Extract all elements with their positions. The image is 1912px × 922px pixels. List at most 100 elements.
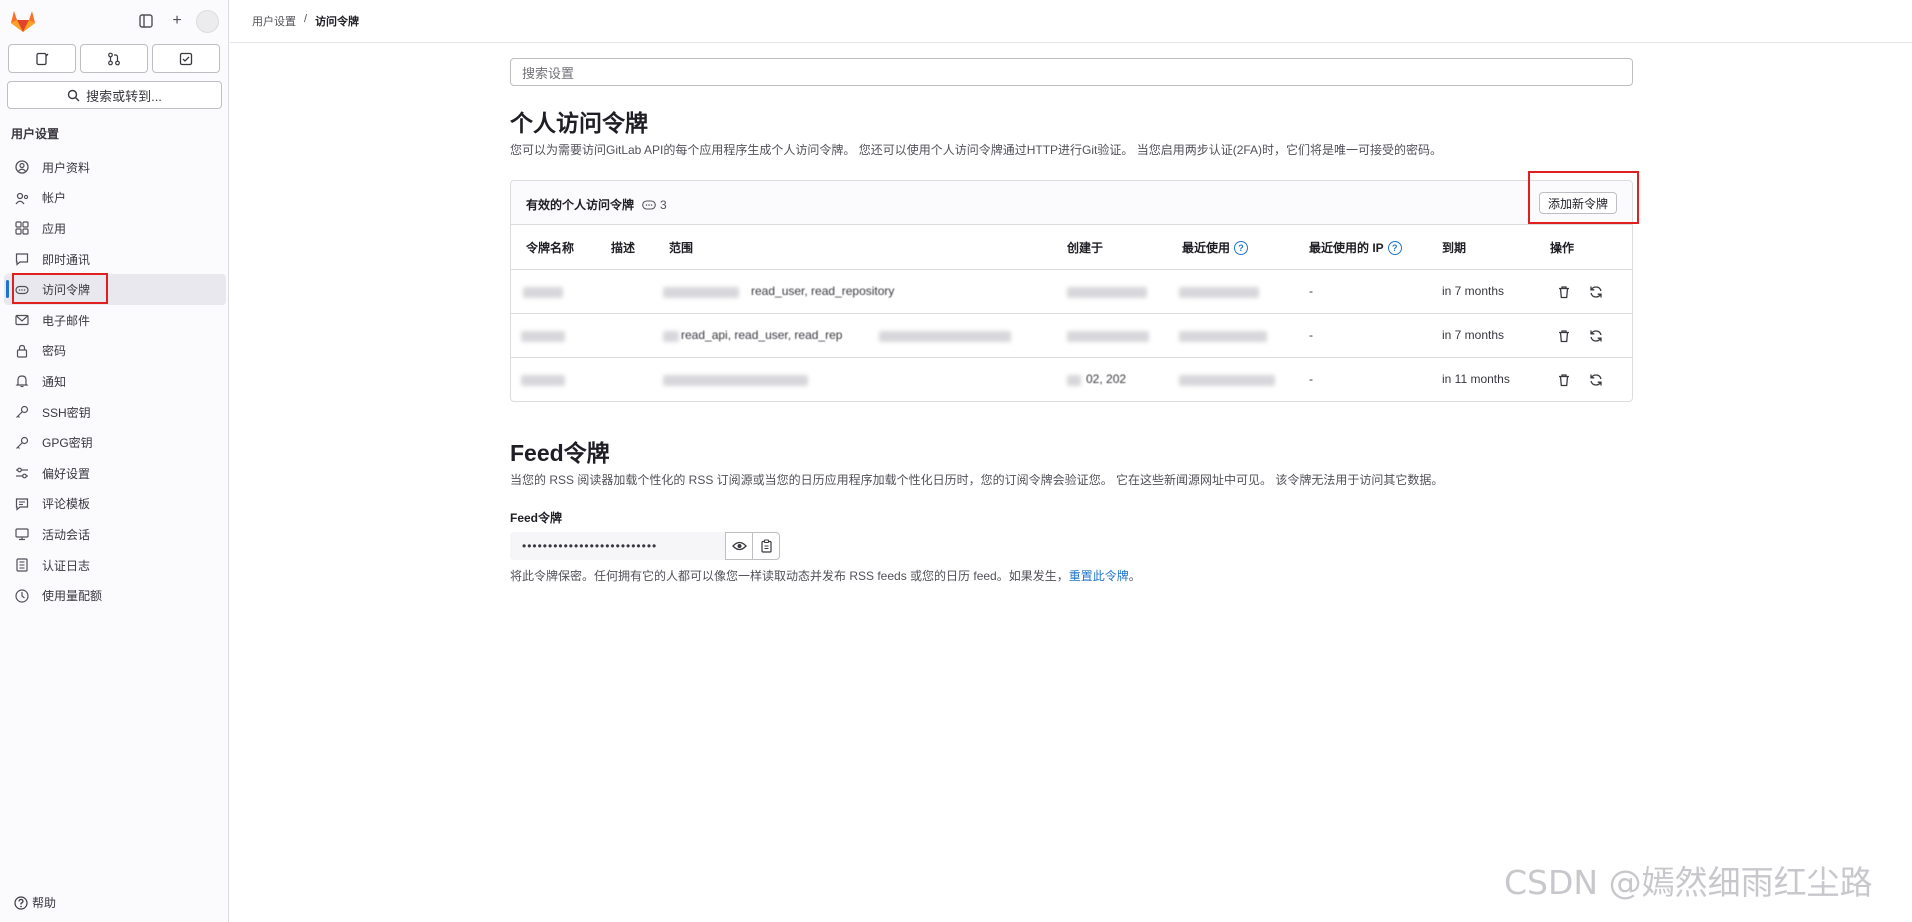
token-expires: in 7 months: [1442, 284, 1505, 298]
sidebar-item-label: 活动会话: [42, 527, 91, 542]
feed-token-note: 将此令牌保密。任何拥有它的人都可以像您一样读取动态并发布 RSS feeds 或…: [510, 567, 1141, 584]
sidebar-item-label: 评论模板: [42, 497, 91, 512]
page-title: 个人访问令牌: [510, 110, 648, 136]
card-header: 有效的个人访问令牌 3 添加新令牌: [511, 181, 1632, 225]
feed-token-description: 当您的 RSS 阅读器加载个性化的 RSS 订阅源或当您的日历应用程序加载个性化…: [510, 473, 1444, 487]
sidebar-item-gpg-keys[interactable]: GPG密钥: [4, 427, 226, 458]
table-header-row: [511, 224, 1632, 268]
search-or-goto-button[interactable]: 搜索或转到...: [7, 81, 222, 109]
help-icon: [14, 895, 28, 910]
sidebar-item-label: 认证日志: [42, 558, 91, 573]
active-tokens-card: 有效的个人访问令牌 3 添加新令牌 令牌名称 描述 范围 创建于 最近使用 ? …: [510, 180, 1633, 402]
eye-icon: [731, 541, 747, 551]
sidebar-item-label: 应用: [42, 221, 67, 236]
redacted-created: [1067, 331, 1149, 342]
sidebar-item-active-sessions[interactable]: 活动会话: [4, 519, 226, 550]
sidebar-item-label: 密码: [42, 344, 67, 359]
sidebar-section-label: 用户设置: [11, 127, 60, 141]
sidebar-item-emails[interactable]: 电子邮件: [4, 305, 226, 336]
show-token-button[interactable]: [725, 532, 753, 560]
token-last-ip: -: [1309, 372, 1313, 386]
sidebar-item-auth-log[interactable]: 认证日志: [4, 550, 226, 581]
help-button[interactable]: 帮助: [14, 894, 56, 911]
redacted-scope: [663, 331, 679, 342]
page-description: 您可以为需要访问GitLab API的每个应用程序生成个人访问令牌。 您还可以使…: [510, 143, 1443, 157]
sidebar-toggle-icon[interactable]: [134, 10, 158, 32]
card-title: 有效的个人访问令牌 3: [526, 196, 667, 213]
clipboard-icon: [760, 539, 772, 553]
sidebar-item-ssh-keys[interactable]: SSH密钥: [4, 397, 226, 428]
token-count: 3: [642, 198, 667, 212]
rotate-refresh-icon[interactable]: [1587, 283, 1605, 301]
lock-icon: [14, 343, 30, 359]
redacted-last-used: [1179, 331, 1267, 342]
breadcrumb-parent[interactable]: 用户设置: [252, 13, 296, 29]
breadcrumb-separator: /: [304, 13, 308, 25]
avatar[interactable]: [196, 10, 219, 33]
gitlab-logo-icon[interactable]: [10, 9, 36, 33]
watermark: CSDN @嫣然细雨红尘路: [1504, 863, 1873, 902]
copy-token-button[interactable]: [752, 532, 780, 560]
token-last-ip: -: [1309, 328, 1313, 342]
merge-requests-button[interactable]: [80, 44, 148, 73]
todos-button[interactable]: [152, 44, 220, 73]
issues-button[interactable]: [8, 44, 76, 73]
redacted-created: [1067, 287, 1147, 298]
search-icon: [67, 89, 80, 101]
token-icon: [642, 199, 656, 210]
breadcrumb: 用户设置 / 访问令牌: [252, 13, 359, 29]
sidebar-item-label: SSH密钥: [42, 405, 91, 420]
feed-token-note-text: 将此令牌保密。任何拥有它的人都可以像您一样读取动态并发布 RSS feeds 或…: [510, 569, 1069, 583]
redacted-scope-tail: [879, 331, 1011, 342]
token-last-ip: -: [1309, 284, 1313, 298]
sidebar-item-profile[interactable]: 用户资料: [4, 152, 226, 183]
sidebar-item-label: GPG密钥: [42, 436, 93, 451]
revoke-trash-icon[interactable]: [1555, 283, 1573, 301]
sidebar-item-label: 用户资料: [42, 160, 91, 175]
sidebar-nav: 用户资料 帐户 应用 即时通讯 访问令牌 电子邮件 密码 通知 SSH密钥 GP…: [4, 152, 226, 611]
table-row: read_user, read_repository - in 7 months: [511, 269, 1632, 313]
sidebar-item-comment-templates[interactable]: 评论模板: [4, 489, 226, 520]
sidebar: + 搜索或转到... 用户设置 用户资料 帐户 应用 即时通讯 访问令牌 电子邮…: [0, 0, 229, 922]
key-icon: [14, 404, 30, 420]
revoke-trash-icon[interactable]: [1555, 327, 1573, 345]
sidebar-item-label: 帐户: [42, 191, 67, 206]
sidebar-item-usage-quotas[interactable]: 使用量配额: [4, 580, 226, 611]
sidebar-top: + 搜索或转到...: [0, 0, 229, 116]
quota-icon: [14, 588, 30, 604]
sidebar-item-label: 通知: [42, 374, 67, 389]
feed-token-field[interactable]: ••••••••••••••••••••••••••: [510, 532, 725, 560]
reset-token-link[interactable]: 重置此令牌: [1069, 569, 1129, 583]
key-icon: [14, 435, 30, 451]
redacted-last-used: [1179, 287, 1259, 298]
sidebar-item-applications[interactable]: 应用: [4, 213, 226, 244]
feed-token-note-end: 。: [1128, 569, 1141, 583]
rotate-refresh-icon[interactable]: [1587, 327, 1605, 345]
revoke-trash-icon[interactable]: [1555, 371, 1573, 389]
redacted-token-name: [523, 287, 563, 298]
settings-search-input[interactable]: 搜索设置: [510, 58, 1633, 86]
table-row: read_api, read_user, read_rep - in 7 mon…: [511, 313, 1632, 357]
sidebar-item-preferences[interactable]: 偏好设置: [4, 458, 226, 489]
header-divider: [230, 42, 1912, 43]
redacted-token-name: [521, 331, 565, 342]
redacted-created-prefix: [1067, 375, 1081, 386]
redacted-token-name: [521, 375, 565, 386]
sidebar-item-notifications[interactable]: 通知: [4, 366, 226, 397]
sidebar-item-label: 使用量配额: [42, 589, 103, 604]
card-title-text: 有效的个人访问令牌: [526, 198, 635, 212]
todo-check-icon: [179, 52, 193, 65]
plus-icon[interactable]: +: [165, 10, 189, 32]
help-label: 帮助: [32, 896, 57, 910]
comment-template-icon: [14, 496, 30, 512]
search-or-goto-label: 搜索或转到...: [86, 88, 162, 104]
sidebar-item-account[interactable]: 帐户: [4, 183, 226, 214]
sidebar-item-chat[interactable]: 即时通讯: [4, 244, 226, 275]
sidebar-item-password[interactable]: 密码: [4, 336, 226, 367]
rotate-refresh-icon[interactable]: [1587, 371, 1605, 389]
preferences-icon: [14, 465, 30, 481]
token-created: 02, 202: [1086, 372, 1127, 386]
bell-icon: [14, 373, 30, 389]
mail-icon: [14, 312, 30, 328]
breadcrumb-current[interactable]: 访问令牌: [315, 13, 359, 29]
